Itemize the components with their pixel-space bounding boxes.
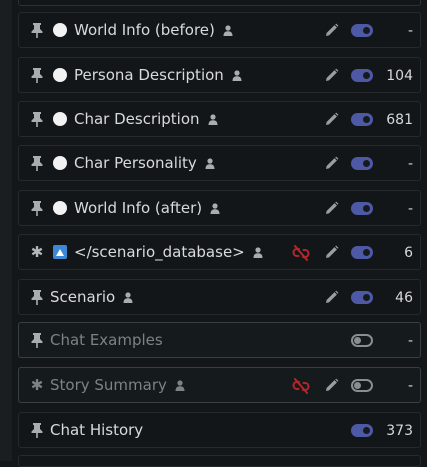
next-row-edge [18, 455, 421, 467]
prompt-name[interactable]: Chat History [50, 421, 143, 440]
edit-pencil-icon[interactable] [324, 112, 339, 131]
prompt-name-label: Char Description [74, 110, 200, 128]
user-icon [232, 70, 242, 81]
prompt-name-label: World Info (before) [74, 21, 215, 39]
prompt-row[interactable]: Chat History 373 [18, 412, 421, 448]
token-count: 681 [386, 112, 413, 128]
prompt-name-label: Chat History [50, 421, 144, 439]
prompt-name[interactable]: World Info (before) [74, 21, 233, 40]
prompt-name[interactable]: </scenario_database> [74, 243, 263, 262]
enable-toggle[interactable] [351, 157, 373, 170]
prompt-name-label: Scenario [50, 288, 116, 306]
prompt-name[interactable]: Scenario [50, 288, 133, 307]
edit-pencil-icon[interactable] [324, 156, 339, 175]
enable-toggle[interactable] [351, 246, 373, 259]
status-circle-icon [53, 201, 67, 215]
status-circle-icon [53, 68, 67, 82]
prompt-row[interactable]: World Info (before) - [18, 12, 421, 48]
asterisk-icon[interactable]: ✱ [29, 244, 45, 260]
asterisk-icon[interactable]: ✱ [29, 377, 45, 393]
user-icon [123, 292, 133, 303]
drag-pin-icon[interactable] [29, 22, 45, 38]
enable-toggle[interactable] [351, 379, 373, 392]
prompt-row[interactable]: Persona Description 104 [18, 57, 421, 93]
prompt-manager-list: World Info (before) - Persona Description 1… [18, 0, 421, 467]
prompt-name[interactable]: Char Description [74, 110, 218, 129]
broken-link-icon[interactable] [292, 245, 310, 265]
prompt-row[interactable]: Chat Examples - [18, 322, 421, 358]
edit-pencil-icon[interactable] [324, 68, 339, 87]
enable-toggle[interactable] [351, 334, 373, 347]
prompt-name-label: Chat Examples [50, 331, 163, 349]
prompt-name-label: Persona Description [74, 66, 224, 84]
token-count: - [407, 378, 413, 394]
prompt-name-label: Story Summary [50, 376, 167, 394]
warning-triangle-icon [53, 245, 67, 259]
user-icon [205, 158, 215, 169]
prompt-name[interactable]: Persona Description [74, 66, 242, 85]
drag-pin-icon[interactable] [29, 155, 45, 171]
user-icon [253, 247, 263, 258]
prompt-name-label: </scenario_database> [74, 243, 245, 261]
token-count: 6 [404, 245, 413, 261]
enable-toggle[interactable] [351, 291, 373, 304]
edit-pencil-icon[interactable] [324, 201, 339, 220]
prompt-name[interactable]: Story Summary [50, 376, 185, 395]
token-count: - [407, 156, 413, 172]
enable-toggle[interactable] [351, 24, 373, 37]
prompt-name[interactable]: World Info (after) [74, 199, 220, 218]
token-count: - [407, 23, 413, 39]
user-icon [208, 114, 218, 125]
drag-pin-icon[interactable] [29, 67, 45, 83]
token-count: - [407, 201, 413, 217]
status-circle-icon [53, 156, 67, 170]
edit-pencil-icon[interactable] [324, 378, 339, 397]
prompt-row[interactable]: Scenario 46 [18, 279, 421, 315]
token-count: 373 [386, 423, 413, 439]
prompt-row[interactable]: ✱ Story Summary - [18, 367, 421, 403]
drag-pin-icon[interactable] [29, 422, 45, 438]
prompt-row[interactable]: Char Personality - [18, 145, 421, 181]
user-icon [210, 203, 220, 214]
edit-pencil-icon[interactable] [324, 290, 339, 309]
drag-pin-icon[interactable] [29, 289, 45, 305]
prompt-row[interactable]: World Info (after) - [18, 190, 421, 226]
drag-pin-icon[interactable] [29, 111, 45, 127]
enable-toggle[interactable] [351, 69, 373, 82]
drag-pin-icon[interactable] [29, 332, 45, 348]
prompt-row[interactable]: Char Description 681 [18, 101, 421, 137]
enable-toggle[interactable] [351, 424, 373, 437]
token-count: 104 [386, 68, 413, 84]
user-icon [175, 380, 185, 391]
prompt-name-label: Char Personality [74, 154, 197, 172]
prompt-name[interactable]: Chat Examples [50, 331, 163, 350]
status-circle-icon [53, 112, 67, 126]
token-count: 46 [395, 290, 413, 306]
enable-toggle[interactable] [351, 113, 373, 126]
left-panel-edge [0, 0, 12, 461]
enable-toggle[interactable] [351, 202, 373, 215]
previous-row-edge [18, 0, 421, 6]
drag-pin-icon[interactable] [29, 200, 45, 216]
prompt-name[interactable]: Char Personality [74, 154, 215, 173]
token-count: - [407, 333, 413, 349]
broken-link-icon[interactable] [292, 378, 310, 398]
prompt-name-label: World Info (after) [74, 199, 203, 217]
user-icon [223, 25, 233, 36]
edit-pencil-icon[interactable] [324, 23, 339, 42]
edit-pencil-icon[interactable] [324, 245, 339, 264]
prompt-row[interactable]: ✱ </scenario_database> 6 [18, 234, 421, 270]
status-circle-icon [53, 23, 67, 37]
